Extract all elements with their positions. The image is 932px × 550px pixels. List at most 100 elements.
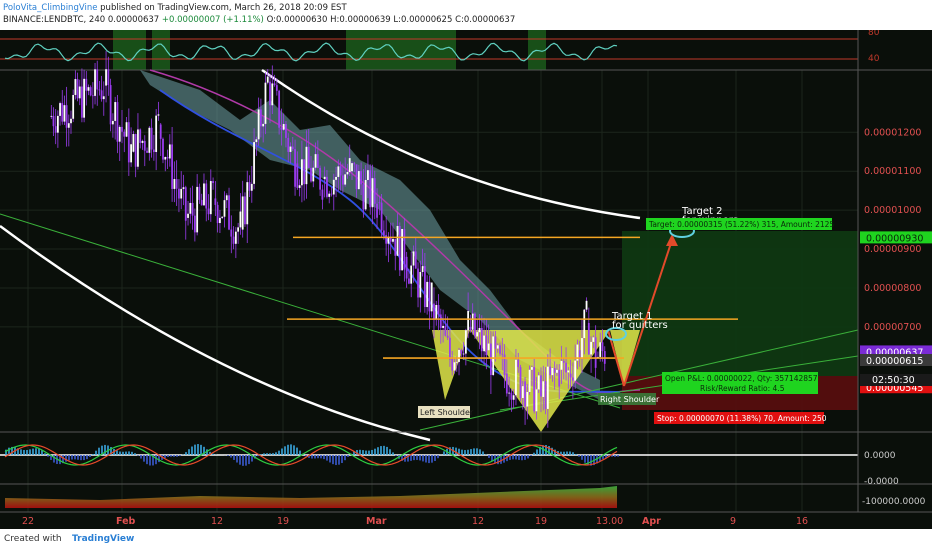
macd-bar <box>368 450 370 455</box>
candle-body <box>551 368 554 376</box>
macd-bar <box>383 445 385 455</box>
candle-body <box>476 332 479 337</box>
macd-bar <box>374 448 376 455</box>
price-change: +0.00000007 (+1.11%) <box>161 15 264 25</box>
macd-bar <box>326 455 328 461</box>
candle-body <box>287 137 290 152</box>
macd-bar <box>272 453 274 455</box>
candle-body <box>371 178 374 208</box>
candle-body <box>328 193 331 197</box>
candle-body <box>367 170 369 180</box>
candle-body <box>451 358 454 371</box>
macd-bar <box>470 449 472 455</box>
candle-body <box>81 86 83 118</box>
macd-bar <box>479 449 481 455</box>
candle-body <box>59 103 61 116</box>
candle-body <box>219 217 221 224</box>
candle-body <box>193 215 196 233</box>
macd-bar <box>125 451 127 455</box>
candle-body <box>560 360 563 370</box>
candle-body <box>458 349 460 362</box>
candle-body <box>508 392 511 394</box>
macd-bar <box>371 449 373 455</box>
candle-body <box>558 369 561 387</box>
author-link[interactable]: PoloVita_ClimbingVine <box>3 3 97 13</box>
macd-bar <box>179 455 181 457</box>
candle-body <box>282 124 285 130</box>
candle-body <box>357 171 360 190</box>
candle-body <box>326 176 328 197</box>
candle-body <box>289 146 292 152</box>
candle-body <box>168 144 171 159</box>
candle-body <box>178 188 180 199</box>
candle-body <box>54 126 57 133</box>
candle-body <box>412 251 415 266</box>
candle-body <box>121 126 123 132</box>
macd-bar <box>23 450 25 455</box>
macd-bar <box>35 448 37 455</box>
candle-body <box>253 142 255 184</box>
macd-bar <box>305 455 307 457</box>
candle-body <box>171 144 173 189</box>
candle-body <box>599 342 602 357</box>
candle-body <box>257 109 260 140</box>
macd-bar <box>362 450 364 455</box>
candle-body <box>72 94 75 119</box>
candle-body <box>382 230 385 236</box>
macd-bar <box>134 453 136 455</box>
candle-body <box>373 178 376 204</box>
macd-bar <box>173 455 175 457</box>
macd-bar <box>68 455 70 461</box>
candle-body <box>344 174 347 185</box>
price-tag-label: 0.00000930 <box>866 233 923 244</box>
candle-body <box>157 114 160 116</box>
candle-body <box>175 179 178 189</box>
candle-body <box>225 195 228 201</box>
candle-body <box>394 238 397 256</box>
macd-bar <box>29 449 31 455</box>
price-chart[interactable]: Target 2 for winners Target 1 for quitte… <box>0 30 932 529</box>
macd-bar <box>410 455 412 461</box>
macd-bar <box>296 447 298 455</box>
candle-body <box>250 183 253 191</box>
candle-body <box>100 90 103 100</box>
candle-body <box>364 179 367 210</box>
candle-body <box>455 361 458 363</box>
macd-bar <box>89 455 91 458</box>
candle-body <box>380 202 383 231</box>
macd-bar <box>236 455 238 463</box>
right-shoulder-label: Right Shoulder <box>600 395 660 404</box>
candle-body <box>111 120 114 125</box>
macd-bar <box>200 444 202 455</box>
candle-body <box>462 353 465 355</box>
rsi-tick-40: 40 <box>868 54 880 64</box>
candle-body <box>396 225 399 256</box>
candle-body <box>540 375 542 397</box>
macd-bar <box>47 455 49 457</box>
candle-body <box>460 349 463 354</box>
macd-bar <box>365 450 367 455</box>
candle-body <box>189 202 192 214</box>
candle-body <box>587 323 590 355</box>
macd-bar <box>269 453 271 455</box>
macd-bar <box>128 451 130 455</box>
tradingview-logo-link[interactable]: TradingView <box>72 534 134 544</box>
candle-body <box>94 69 96 96</box>
candle-body <box>85 78 88 91</box>
candle-body <box>341 175 344 185</box>
candle-body <box>200 199 203 206</box>
macd-bar <box>176 455 178 457</box>
y-tick-label: 0.00000700 <box>864 322 921 333</box>
candle-body <box>52 115 55 127</box>
candle-body <box>228 195 230 230</box>
macd-bar <box>380 446 382 455</box>
symbol-line: BINANCE:LENDBTC, 240 0.00000637 +0.00000… <box>3 14 515 26</box>
candle-body <box>601 342 604 352</box>
macd-bar <box>293 445 295 455</box>
candle-body <box>515 359 517 396</box>
candle-body <box>166 157 169 159</box>
macd-bar <box>83 455 85 461</box>
symbol-text: BINANCE:LENDBTC, 240 <box>3 15 106 25</box>
candle-body <box>260 109 262 127</box>
candle-body <box>130 144 133 163</box>
